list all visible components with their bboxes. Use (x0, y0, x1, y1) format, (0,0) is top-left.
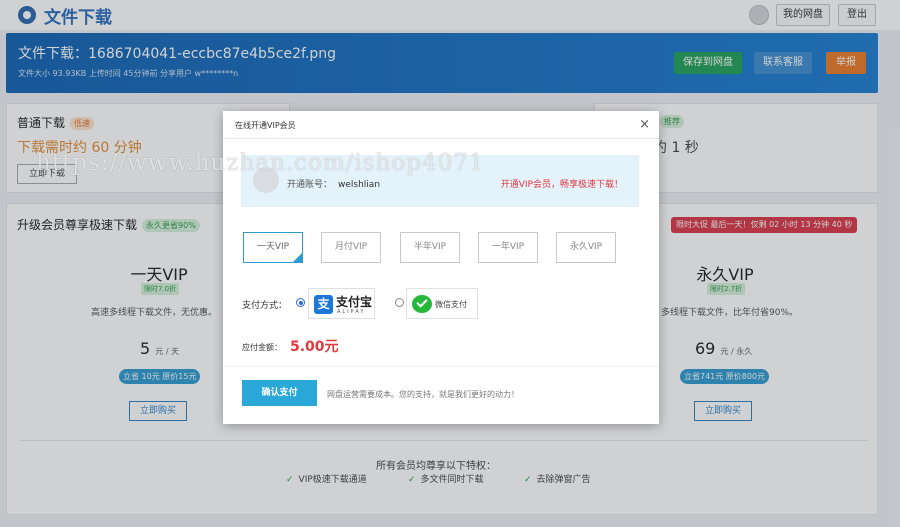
alipay-icon: 支 (314, 295, 333, 314)
amount-label: 应付金额： (242, 343, 282, 352)
wechat-option[interactable]: 微信支付 (406, 288, 478, 319)
alipay-radio[interactable] (296, 298, 305, 307)
amount-value: 5.00元 (290, 339, 339, 355)
account-name: welshlian (338, 180, 381, 190)
alipay-option[interactable]: 支 支付宝 ALIPAY (308, 288, 375, 319)
wechat-radio[interactable] (395, 298, 404, 307)
modal-title: 在线开通VIP会员 (235, 121, 296, 130)
modal-divider (223, 366, 659, 367)
wechat-name: 微信支付 (435, 300, 467, 309)
plan-one-day[interactable]: 一天VIP (243, 232, 303, 263)
modal-header: 在线开通VIP会员 × (223, 111, 659, 139)
alipay-name: 支付宝 (336, 295, 373, 309)
plan-one-year[interactable]: 一年VIP (478, 232, 538, 263)
alipay-sub: ALIPAY (337, 309, 366, 315)
plan-lifetime[interactable]: 永久VIP (556, 232, 616, 263)
account-promo: 开通VIP会员，畅享极速下载！ (500, 180, 623, 190)
watermark: https://www.huzhan.com/ishop4071 (36, 150, 485, 176)
pay-method-label: 支付方式： (242, 301, 288, 311)
plan-half-year[interactable]: 半年VIP (400, 232, 460, 263)
close-icon[interactable]: × (639, 117, 650, 132)
confirm-pay-button[interactable]: 确认支付 (242, 380, 317, 406)
support-note: 网盘运营需要成本。您的支持，就是我们更好的动力！ (327, 390, 519, 399)
account-label: 开通账号： (287, 180, 333, 190)
account-info: 开通账号： welshlian (287, 177, 380, 190)
plan-monthly[interactable]: 月付VIP (321, 232, 381, 263)
wechat-icon (412, 295, 432, 313)
